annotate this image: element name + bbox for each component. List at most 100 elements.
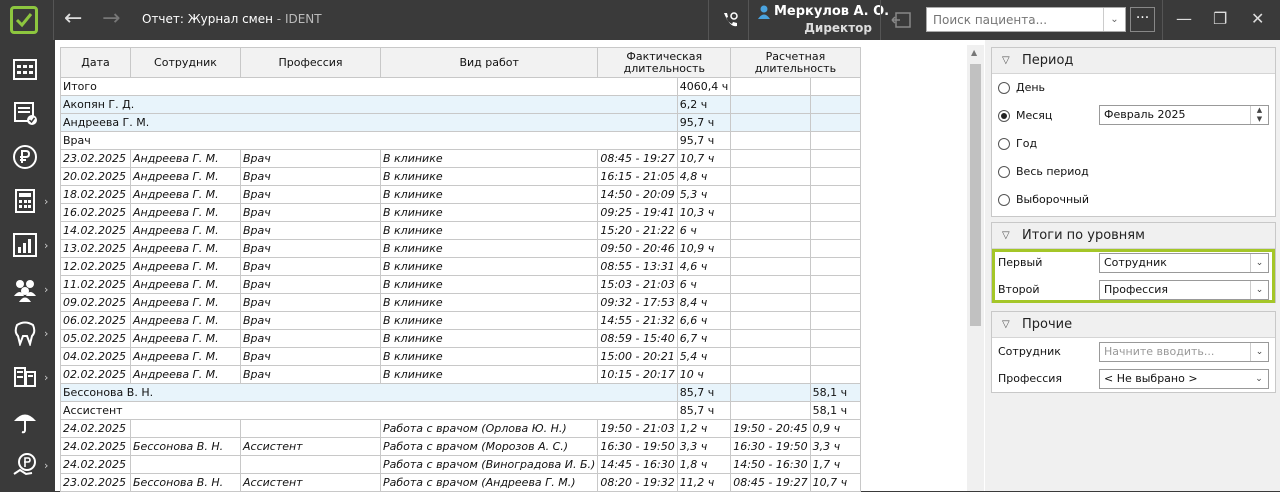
sidebar-item-dental[interactable]: › xyxy=(0,312,55,356)
cell-employee: Андреева Г. М. xyxy=(130,149,241,168)
radio-button[interactable] xyxy=(998,138,1010,150)
patient-search[interactable]: ⌄ xyxy=(926,7,1126,32)
table-row[interactable]: 18.02.2025 Андреева Г. М. Врач В клинике 14:… xyxy=(60,185,861,204)
radio-month[interactable]: Месяц xyxy=(998,109,1052,122)
column-header-profession[interactable]: Профессия xyxy=(240,47,381,78)
radio-day[interactable]: День xyxy=(998,81,1045,94)
sidebar-item-schedule[interactable] xyxy=(0,48,55,92)
sidebar-item-payments[interactable]: › xyxy=(0,444,55,488)
column-header-calculated-duration[interactable]: Расчетная длительность xyxy=(730,47,861,78)
sidebar-item-reports[interactable]: › xyxy=(0,224,55,268)
table-row[interactable]: 24.02.2025 Работа с врачом (Виноградова И… xyxy=(60,455,861,474)
column-header-date[interactable]: Дата xyxy=(60,47,131,78)
profession-group-row[interactable]: Врач 95,7 ч xyxy=(60,131,861,150)
group-label: Врач xyxy=(60,131,678,150)
second-level-select[interactable]: Профессия ⌄ xyxy=(1099,280,1269,300)
sidebar-item-visits[interactable] xyxy=(0,92,55,136)
chevron-down-icon[interactable]: ⌄ xyxy=(1250,370,1268,388)
radio-all-period[interactable]: Весь период xyxy=(998,165,1089,178)
radio-year[interactable]: Год xyxy=(998,137,1037,150)
collapse-triangle-icon[interactable]: ▽ xyxy=(1002,223,1010,249)
cell-calculated-duration xyxy=(809,167,861,186)
table-row[interactable]: 24.02.2025 Бессонова В. Н. Ассистент Работа… xyxy=(60,437,861,456)
return-icon[interactable] xyxy=(890,10,912,30)
forward-arrow-icon[interactable]: → xyxy=(102,8,120,30)
table-row[interactable]: 23.02.2025 Андреева Г. М. Врач В клинике 08:… xyxy=(60,149,861,168)
first-level-label: Первый xyxy=(998,256,1043,269)
cell-actual-duration: 10,7 ч xyxy=(676,149,732,168)
cell-calculated-duration xyxy=(809,239,861,258)
group-calculated-duration xyxy=(809,95,861,114)
chevron-down-icon[interactable]: ⌄ xyxy=(1250,254,1268,272)
table-row[interactable]: 14.02.2025 Андреева Г. М. Врач В клинике 15:… xyxy=(60,221,861,240)
chevron-down-icon[interactable]: ⌄ xyxy=(1103,8,1125,31)
employee-group-row[interactable]: Акопян Г. Д. 6,2 ч xyxy=(60,95,861,114)
table-row[interactable]: 11.02.2025 Андреева Г. М. Врач В клинике 15:… xyxy=(60,275,861,294)
column-header-work-type[interactable]: Вид работ xyxy=(379,47,599,78)
employee-group-row[interactable]: Андреева Г. М. 95,7 ч xyxy=(60,113,861,132)
radio-label: Весь период xyxy=(1016,165,1089,178)
column-header-employee[interactable]: Сотрудник xyxy=(130,47,241,78)
employee-filter-input[interactable]: Начните вводить... ⌄ xyxy=(1099,342,1269,362)
radio-button-selected[interactable] xyxy=(998,110,1010,122)
group-spacer xyxy=(730,131,811,150)
cell-work-type: В клинике xyxy=(379,203,599,222)
scrollbar-thumb[interactable] xyxy=(970,64,981,326)
cell-actual-duration: 1,2 ч xyxy=(676,419,732,438)
profession-filter-select[interactable]: < Не выбрано > ⌄ xyxy=(1099,369,1269,389)
month-picker[interactable]: Февраль 2025 ▲ ▼ xyxy=(1099,105,1269,125)
cell-actual-duration: 6,7 ч xyxy=(676,329,732,348)
sidebar-item-documents[interactable]: › xyxy=(0,356,55,400)
first-level-select[interactable]: Сотрудник ⌄ xyxy=(1099,253,1269,273)
radio-button[interactable] xyxy=(998,194,1010,206)
cell-actual-time: 14:55 - 21:32 xyxy=(597,311,678,330)
other-header[interactable]: ▽ Прочие xyxy=(992,312,1275,338)
table-row[interactable]: 20.02.2025 Андреева Г. М. Врач В клинике 16:… xyxy=(60,167,861,186)
spin-arrows-icon[interactable]: ▲ ▼ xyxy=(1250,106,1268,124)
table-row[interactable]: 09.02.2025 Андреева Г. М. Врач В клинике 09:… xyxy=(60,293,861,312)
profession-group-row[interactable]: Ассистент 85,7 ч 58,1 ч xyxy=(60,401,861,420)
sidebar-item-calculations[interactable]: › xyxy=(0,180,55,224)
table-row[interactable]: 12.02.2025 Андреева Г. М. Врач В клинике 08:… xyxy=(60,257,861,276)
cell-profession: Врач xyxy=(240,167,381,186)
sidebar-item-finance[interactable] xyxy=(0,136,55,180)
sidebar-item-insurance[interactable] xyxy=(0,400,55,444)
table-row[interactable]: 06.02.2025 Андреева Г. М. Врач В клинике 14:… xyxy=(60,311,861,330)
minimize-icon[interactable]: — xyxy=(1176,10,1192,28)
collapse-triangle-icon[interactable]: ▽ xyxy=(1002,48,1010,74)
table-row[interactable]: 02.02.2025 Андреева Г. М. Врач В клинике 10:… xyxy=(60,365,861,384)
patient-search-input[interactable] xyxy=(927,8,1103,31)
employee-group-row[interactable]: Бессонова В. Н. 85,7 ч 58,1 ч xyxy=(60,383,861,402)
cell-work-type: Работа с врачом (Андреева Г. М.) xyxy=(379,473,599,492)
back-arrow-icon[interactable]: ← xyxy=(64,8,82,30)
phone-settings-icon[interactable] xyxy=(720,10,740,30)
cell-calculated-duration xyxy=(809,347,861,366)
collapse-triangle-icon[interactable]: ▽ xyxy=(1002,312,1010,338)
sidebar-item-staff[interactable]: › xyxy=(0,268,55,312)
radio-custom[interactable]: Выборочный xyxy=(998,193,1089,206)
radio-button[interactable] xyxy=(998,166,1010,178)
user-name[interactable]: Меркулов А. О. xyxy=(774,4,889,19)
cell-calculated-time xyxy=(730,203,811,222)
table-row[interactable]: 23.02.2025 Бессонова В. Н. Ассистент Работа… xyxy=(60,473,861,492)
group-calculated-duration xyxy=(809,77,861,96)
table-row[interactable]: 16.02.2025 Андреева Г. М. Врач В клинике 09:… xyxy=(60,203,861,222)
table-row[interactable]: 05.02.2025 Андреева Г. М. Врач В клинике 08:… xyxy=(60,329,861,348)
close-icon[interactable]: ✕ xyxy=(1251,10,1264,28)
total-row[interactable]: Итого 4060,4 ч xyxy=(60,77,861,96)
chevron-down-icon[interactable]: ⌄ xyxy=(1250,281,1268,299)
table-row[interactable]: 13.02.2025 Андреева Г. М. Врач В клинике 09:… xyxy=(60,239,861,258)
table-row[interactable]: 04.02.2025 Андреева Г. М. Врач В клинике 15:… xyxy=(60,347,861,366)
restore-icon[interactable]: ❐ xyxy=(1213,10,1227,28)
column-header-actual-duration[interactable]: Фактическая длительность xyxy=(597,47,732,78)
cell-date: 23.02.2025 xyxy=(60,473,131,492)
period-header[interactable]: ▽ Период xyxy=(992,48,1275,74)
table-row[interactable]: 24.02.2025 Работа с врачом (Орлова Ю. Н.)… xyxy=(60,419,861,438)
app-logo-icon[interactable] xyxy=(10,6,38,34)
levels-header[interactable]: ▽ Итоги по уровням xyxy=(992,223,1275,249)
scroll-up-icon[interactable]: ▲ xyxy=(971,48,977,57)
cell-profession: Врач xyxy=(240,221,381,240)
radio-button[interactable] xyxy=(998,82,1010,94)
more-button[interactable]: ··· xyxy=(1130,7,1155,32)
chevron-down-icon[interactable]: ⌄ xyxy=(1250,343,1268,361)
